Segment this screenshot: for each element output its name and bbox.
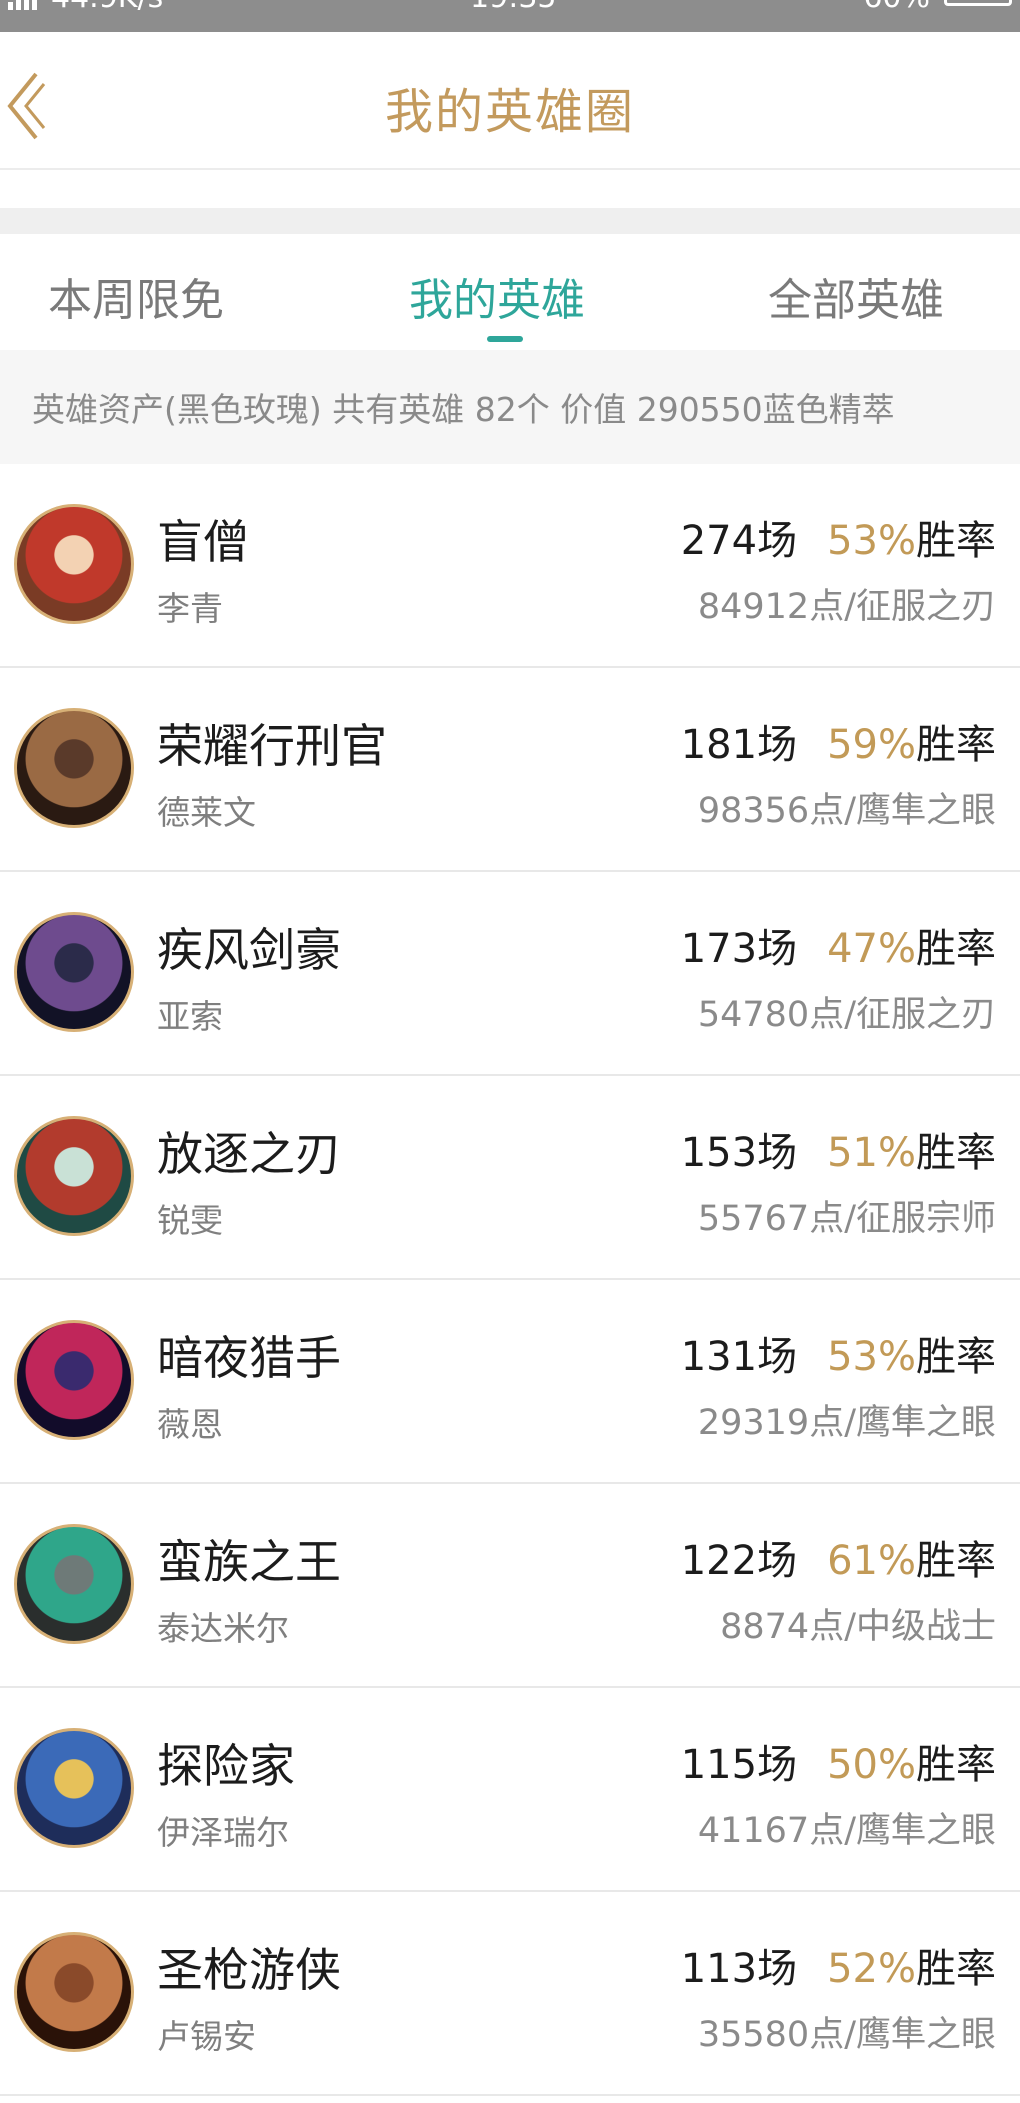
hero-avatar [14,1728,134,1848]
page-title: 我的英雄圈 [384,84,635,140]
status-time: 19:35 [470,0,556,13]
hero-avatar [14,1116,134,1236]
games-count: 131场 [680,1334,798,1380]
hero-avatar [14,708,134,828]
hero-name: 泰达米尔 [157,1609,289,1648]
hero-points: 35580点/鹰隼之眼 [697,2015,996,2055]
active-tab-indicator [487,336,523,342]
battery-icon [944,0,1012,6]
hero-points: 98356点/鹰隼之眼 [697,791,996,831]
win-rate-label: 胜率 [916,1538,996,1584]
games-count: 115场 [680,1742,798,1788]
hero-name: 亚索 [157,997,223,1036]
games-count: 153场 [680,1130,798,1176]
hero-name: 卢锡安 [157,2017,256,2056]
hero-points: 55767点/征服宗师 [697,1199,996,1239]
hero-row[interactable]: 荣耀行刑官德莱文 181场 59%胜率 98356点/鹰隼之眼 [0,668,1020,872]
hero-name: 薇恩 [157,1405,223,1444]
win-rate-label: 胜率 [916,1946,996,1992]
hero-avatar [14,504,134,624]
hero-avatar [14,1320,134,1440]
win-rate: 53% [827,518,916,564]
hero-stats: 113场 52%胜率 [681,1936,996,1994]
hero-points: 84912点/征服之刃 [697,587,996,627]
section-divider [0,208,1020,234]
win-rate: 47% [827,926,916,972]
hero-stats: 131场 53%胜率 [681,1324,996,1382]
hero-list: 盲僧 李青 274场 53%胜率 84912点/征服之刃 荣耀行刑官 德莱文 181场 59%胜… [0,464,1020,2096]
status-bar: 44.9K/s 19:35 60% [0,0,1020,32]
games-count: 173场 [680,926,798,972]
hero-row[interactable]: 暗夜猎手薇恩 131场 53%胜率 29319点/鹰隼之眼 [0,1280,1020,1484]
win-rate: 53% [827,1334,916,1380]
hero-name: 锐雯 [157,1201,223,1240]
games-count: 181场 [680,722,798,768]
hero-stats: 115场 50%胜率 [681,1732,996,1790]
status-bar-left: 44.9K/s [8,0,163,13]
games-count: 122场 [680,1538,798,1584]
battery-percent: 60% [863,0,930,13]
win-rate: 51% [827,1130,916,1176]
hero-row[interactable]: 圣枪游侠卢锡安 113场 52%胜率 35580点/鹰隼之眼 [0,1892,1020,2096]
hero-title: 荣耀行刑官 [157,719,387,773]
win-rate-label: 胜率 [916,722,996,768]
hero-title: 蛮族之王 [157,1535,341,1589]
hero-stats: 122场 61%胜率 [681,1528,996,1586]
hero-points: 29319点/鹰隼之眼 [697,1403,996,1443]
win-rate-label: 胜率 [916,1742,996,1788]
hero-avatar [14,1524,134,1644]
asset-summary: 英雄资产(黑色玫瑰) 共有英雄 82个 价值 290550蓝色精萃 [0,350,1020,464]
tab-weekly-free[interactable]: 本周限免 [48,264,224,328]
status-bar-right: 60% [863,0,1012,13]
hero-row[interactable]: 盲僧李青 274场 53%胜率 84912点/征服之刃 [0,464,1020,668]
hero-title: 暗夜猎手 [157,1331,341,1385]
hero-stats: 173场 47%胜率 [681,916,996,974]
tab-my-heroes[interactable]: 我的英雄 [409,264,585,328]
hero-title: 圣枪游侠 [157,1943,341,1997]
win-rate-label: 胜率 [916,1130,996,1176]
hero-title: 探险家 [157,1739,295,1793]
hero-title: 放逐之刃 [157,1127,341,1181]
hero-name: 德莱文 [157,793,256,832]
hero-name: 李青 [157,589,223,628]
win-rate-label: 胜率 [916,1334,996,1380]
nav-bar: 我的英雄圈 [0,32,1020,170]
signal-icon [8,0,37,10]
hero-name: 伊泽瑞尔 [157,1813,289,1852]
hero-stats: 153场 51%胜率 [681,1120,996,1178]
win-rate: 59% [827,722,916,768]
win-rate: 50% [827,1742,916,1788]
tab-all-heroes[interactable]: 全部英雄 [768,264,944,328]
win-rate-label: 胜率 [916,926,996,972]
games-count: 113场 [680,1946,798,1992]
hero-points: 8874点/中级战士 [720,1607,996,1647]
win-rate-label: 胜率 [916,518,996,564]
hero-avatar [14,1932,134,2052]
network-speed: 44.9K/s [51,0,163,13]
win-rate: 52% [827,1946,916,1992]
hero-row[interactable]: 放逐之刃锐雯 153场 51%胜率 55767点/征服宗师 [0,1076,1020,1280]
tab-bar: 本周限免 我的英雄 全部英雄 [0,234,1020,350]
hero-title: 疾风剑豪 [157,923,341,977]
hero-points: 41167点/鹰隼之眼 [697,1811,996,1851]
hero-avatar [14,912,134,1032]
hero-stats: 181场 59%胜率 [681,712,996,770]
hero-row[interactable]: 蛮族之王泰达米尔 122场 61%胜率 8874点/中级战士 [0,1484,1020,1688]
hero-row[interactable]: 探险家伊泽瑞尔 115场 50%胜率 41167点/鹰隼之眼 [0,1688,1020,1892]
hero-points: 54780点/征服之刃 [697,995,996,1035]
hero-stats: 274场 53%胜率 [681,508,996,566]
win-rate: 61% [827,1538,916,1584]
hero-row[interactable]: 疾风剑豪亚索 173场 47%胜率 54780点/征服之刃 [0,872,1020,1076]
hero-title: 盲僧 [157,515,249,569]
games-count: 274场 [680,518,798,564]
